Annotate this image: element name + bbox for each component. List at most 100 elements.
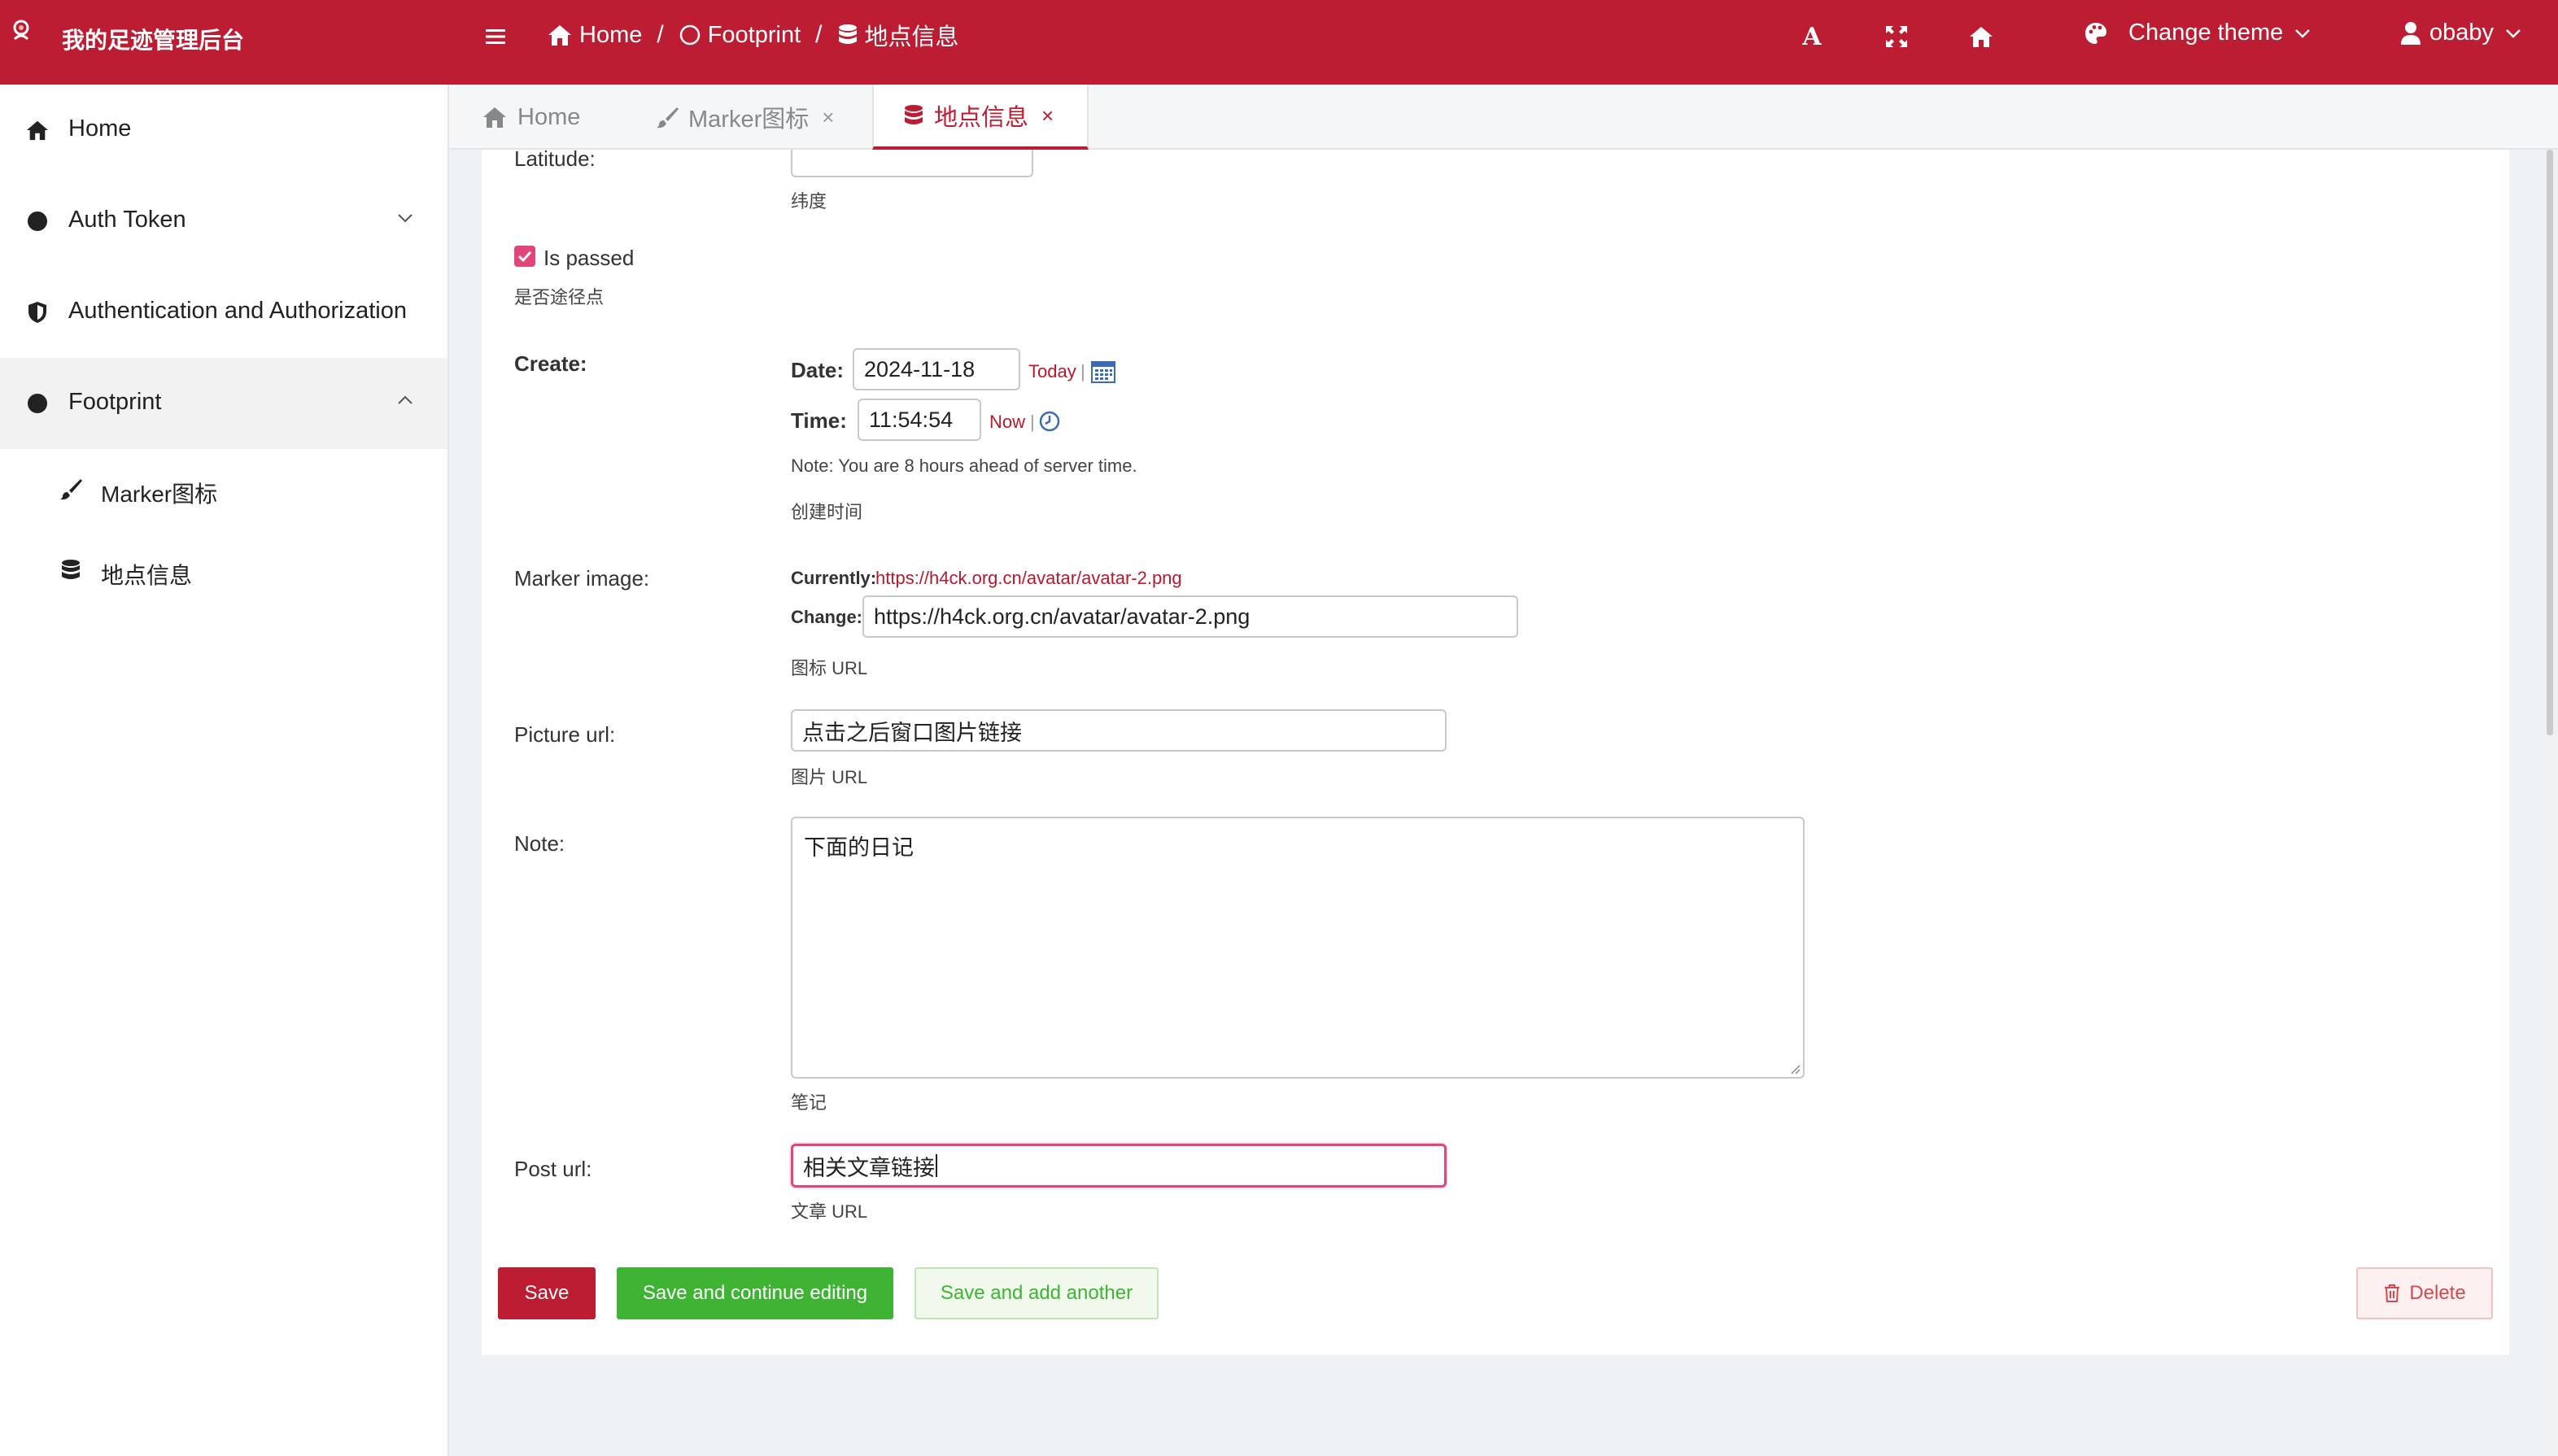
breadcrumb-current-label: 地点信息 [864, 24, 959, 50]
palette-icon [2085, 22, 2106, 44]
note-value: 下面的日记 [804, 835, 914, 860]
sidebar-item-home[interactable]: Home [0, 85, 447, 176]
create-date-value: 2024-11-18 [864, 356, 976, 381]
picture-url-input[interactable]: 点击之后窗口图片链接 [791, 709, 1447, 752]
save-add-label: Save and add another [940, 1282, 1133, 1304]
circle-icon [679, 24, 700, 46]
note-textarea[interactable]: 下面的日记 [791, 817, 1805, 1079]
brush-icon [657, 107, 679, 129]
marker-image-input[interactable]: https://h4ck.org.cn/avatar/avatar-2.png [862, 595, 1518, 638]
breadcrumb-footprint[interactable]: Footprint [679, 22, 801, 49]
content-scrollbar-thumb[interactable] [2547, 150, 2553, 735]
post-url-help: 文章 URL [791, 1201, 868, 1222]
home-icon [483, 107, 506, 128]
brand[interactable]: 我的足迹管理后台 [0, 0, 449, 85]
note-help: 笔记 [791, 1092, 827, 1113]
post-url-label: Post url: [514, 1157, 592, 1181]
breadcrumb-footprint-label: Footprint [707, 21, 801, 48]
latitude-help: 纬度 [791, 191, 827, 211]
is-passed-checkbox[interactable] [514, 246, 535, 267]
sidebar-item-location-info[interactable]: 地点信息 [0, 530, 447, 612]
sidebar: Home Auth Token Authentication and Autho… [0, 85, 449, 1456]
expand-arrows-icon [1886, 26, 1907, 47]
create-label: Create: [514, 351, 587, 376]
user-menu-button[interactable]: obaby [2400, 20, 2523, 46]
font-size-glyph: A [1802, 22, 1822, 51]
sidebar-item-marker-icon[interactable]: Marker图标 [0, 449, 447, 530]
tab-close-icon[interactable]: × [1041, 103, 1054, 129]
breadcrumb-current: 地点信息 [837, 18, 959, 52]
post-url-input[interactable]: 相关文章链接 [791, 1144, 1447, 1188]
top-header: 我的足迹管理后台 Home / Footprint / 地点信息 A Chang… [0, 0, 2558, 85]
database-icon [838, 24, 857, 44]
site-home-icon[interactable] [1967, 23, 1995, 50]
tab-marker-icon[interactable]: Marker图标 × [656, 85, 834, 150]
brand-logo-icon [13, 20, 29, 41]
latitude-input[interactable] [791, 150, 1033, 177]
chevron-up-icon [398, 395, 413, 404]
post-url-value: 相关文章链接 [803, 1155, 935, 1180]
create-date-input[interactable]: 2024-11-18 [853, 348, 1020, 390]
sidebar-item-label: Footprint [68, 389, 162, 415]
menu-toggle-icon[interactable] [483, 24, 508, 49]
save-add-another-button[interactable]: Save and add another [915, 1267, 1159, 1319]
breadcrumb-separator: / [657, 21, 664, 48]
sidebar-item-label: 地点信息 [101, 563, 193, 588]
timezone-note: Note: You are 8 hours ahead of server ti… [791, 456, 1137, 476]
save-continue-button[interactable]: Save and continue editing [617, 1267, 893, 1319]
currently-url-link[interactable]: https://h4ck.org.cn/avatar/avatar-2.png [875, 568, 1182, 589]
database-icon [905, 105, 923, 124]
text-cursor [936, 1154, 937, 1177]
tab-bar: Home Marker图标 × 地点信息 × [449, 85, 2558, 150]
circle-filled-icon [28, 211, 47, 231]
create-time-value: 11:54:54 [869, 407, 954, 432]
today-link[interactable]: Today [1028, 361, 1076, 382]
create-date-label: Date: [791, 358, 845, 382]
change-theme-button[interactable]: Change theme [2083, 20, 2312, 46]
now-link[interactable]: Now [989, 412, 1025, 433]
save-button[interactable]: Save [498, 1267, 596, 1319]
marker-image-label: Marker image: [514, 566, 650, 591]
home-icon [548, 25, 571, 46]
create-time-label: Time: [791, 408, 847, 433]
tab-close-icon[interactable]: × [822, 105, 834, 130]
marker-image-help: 图标 URL [791, 658, 868, 678]
breadcrumb-home-label: Home [579, 21, 643, 48]
clock-icon[interactable] [1038, 410, 1061, 433]
marker-image-value: https://h4ck.org.cn/avatar/avatar-2.png [874, 604, 1251, 629]
check-icon [517, 251, 532, 263]
create-time-input[interactable]: 11:54:54 [858, 399, 981, 441]
breadcrumb-home[interactable]: Home [547, 22, 642, 49]
save-continue-label: Save and continue editing [642, 1282, 868, 1304]
brush-icon [60, 479, 82, 500]
sidebar-item-footprint[interactable]: Footprint [0, 358, 447, 449]
resize-handle-icon[interactable] [1788, 1062, 1801, 1075]
fullscreen-icon[interactable] [1883, 23, 1910, 50]
shield-icon [28, 302, 46, 323]
delete-label: Delete [2409, 1282, 2466, 1304]
tab-home[interactable]: Home [482, 85, 580, 150]
breadcrumb-separator: / [815, 21, 823, 48]
picture-url-label: Picture url: [514, 722, 616, 747]
delete-button[interactable]: Delete [2356, 1267, 2493, 1319]
change-theme-label: Change theme [2128, 20, 2284, 46]
tab-location-info[interactable]: 地点信息 × [872, 85, 1089, 150]
tab-label: Marker图标 [688, 107, 810, 133]
sidebar-item-auth-token[interactable]: Auth Token [0, 176, 447, 267]
breadcrumb: Home / Footprint / 地点信息 [547, 18, 959, 52]
home-icon [26, 120, 49, 141]
link-separator: | [1080, 361, 1085, 381]
picture-url-help: 图片 URL [791, 767, 868, 787]
picture-url-value: 点击之后窗口图片链接 [802, 720, 1022, 745]
sidebar-item-auth[interactable]: Authentication and Authorization [0, 267, 447, 358]
currently-label: Currently: [791, 568, 877, 588]
link-separator: | [1030, 412, 1035, 432]
font-size-icon[interactable]: A [1798, 22, 1826, 51]
calendar-icon[interactable] [1090, 358, 1116, 384]
latitude-label: Latitude: [514, 146, 596, 171]
brand-title: 我的足迹管理后台 [62, 28, 245, 53]
chevron-down-icon [2506, 28, 2521, 38]
change-label: Change: [791, 607, 862, 627]
chevron-down-icon [2295, 28, 2311, 38]
tab-label: 地点信息 [934, 105, 1029, 131]
